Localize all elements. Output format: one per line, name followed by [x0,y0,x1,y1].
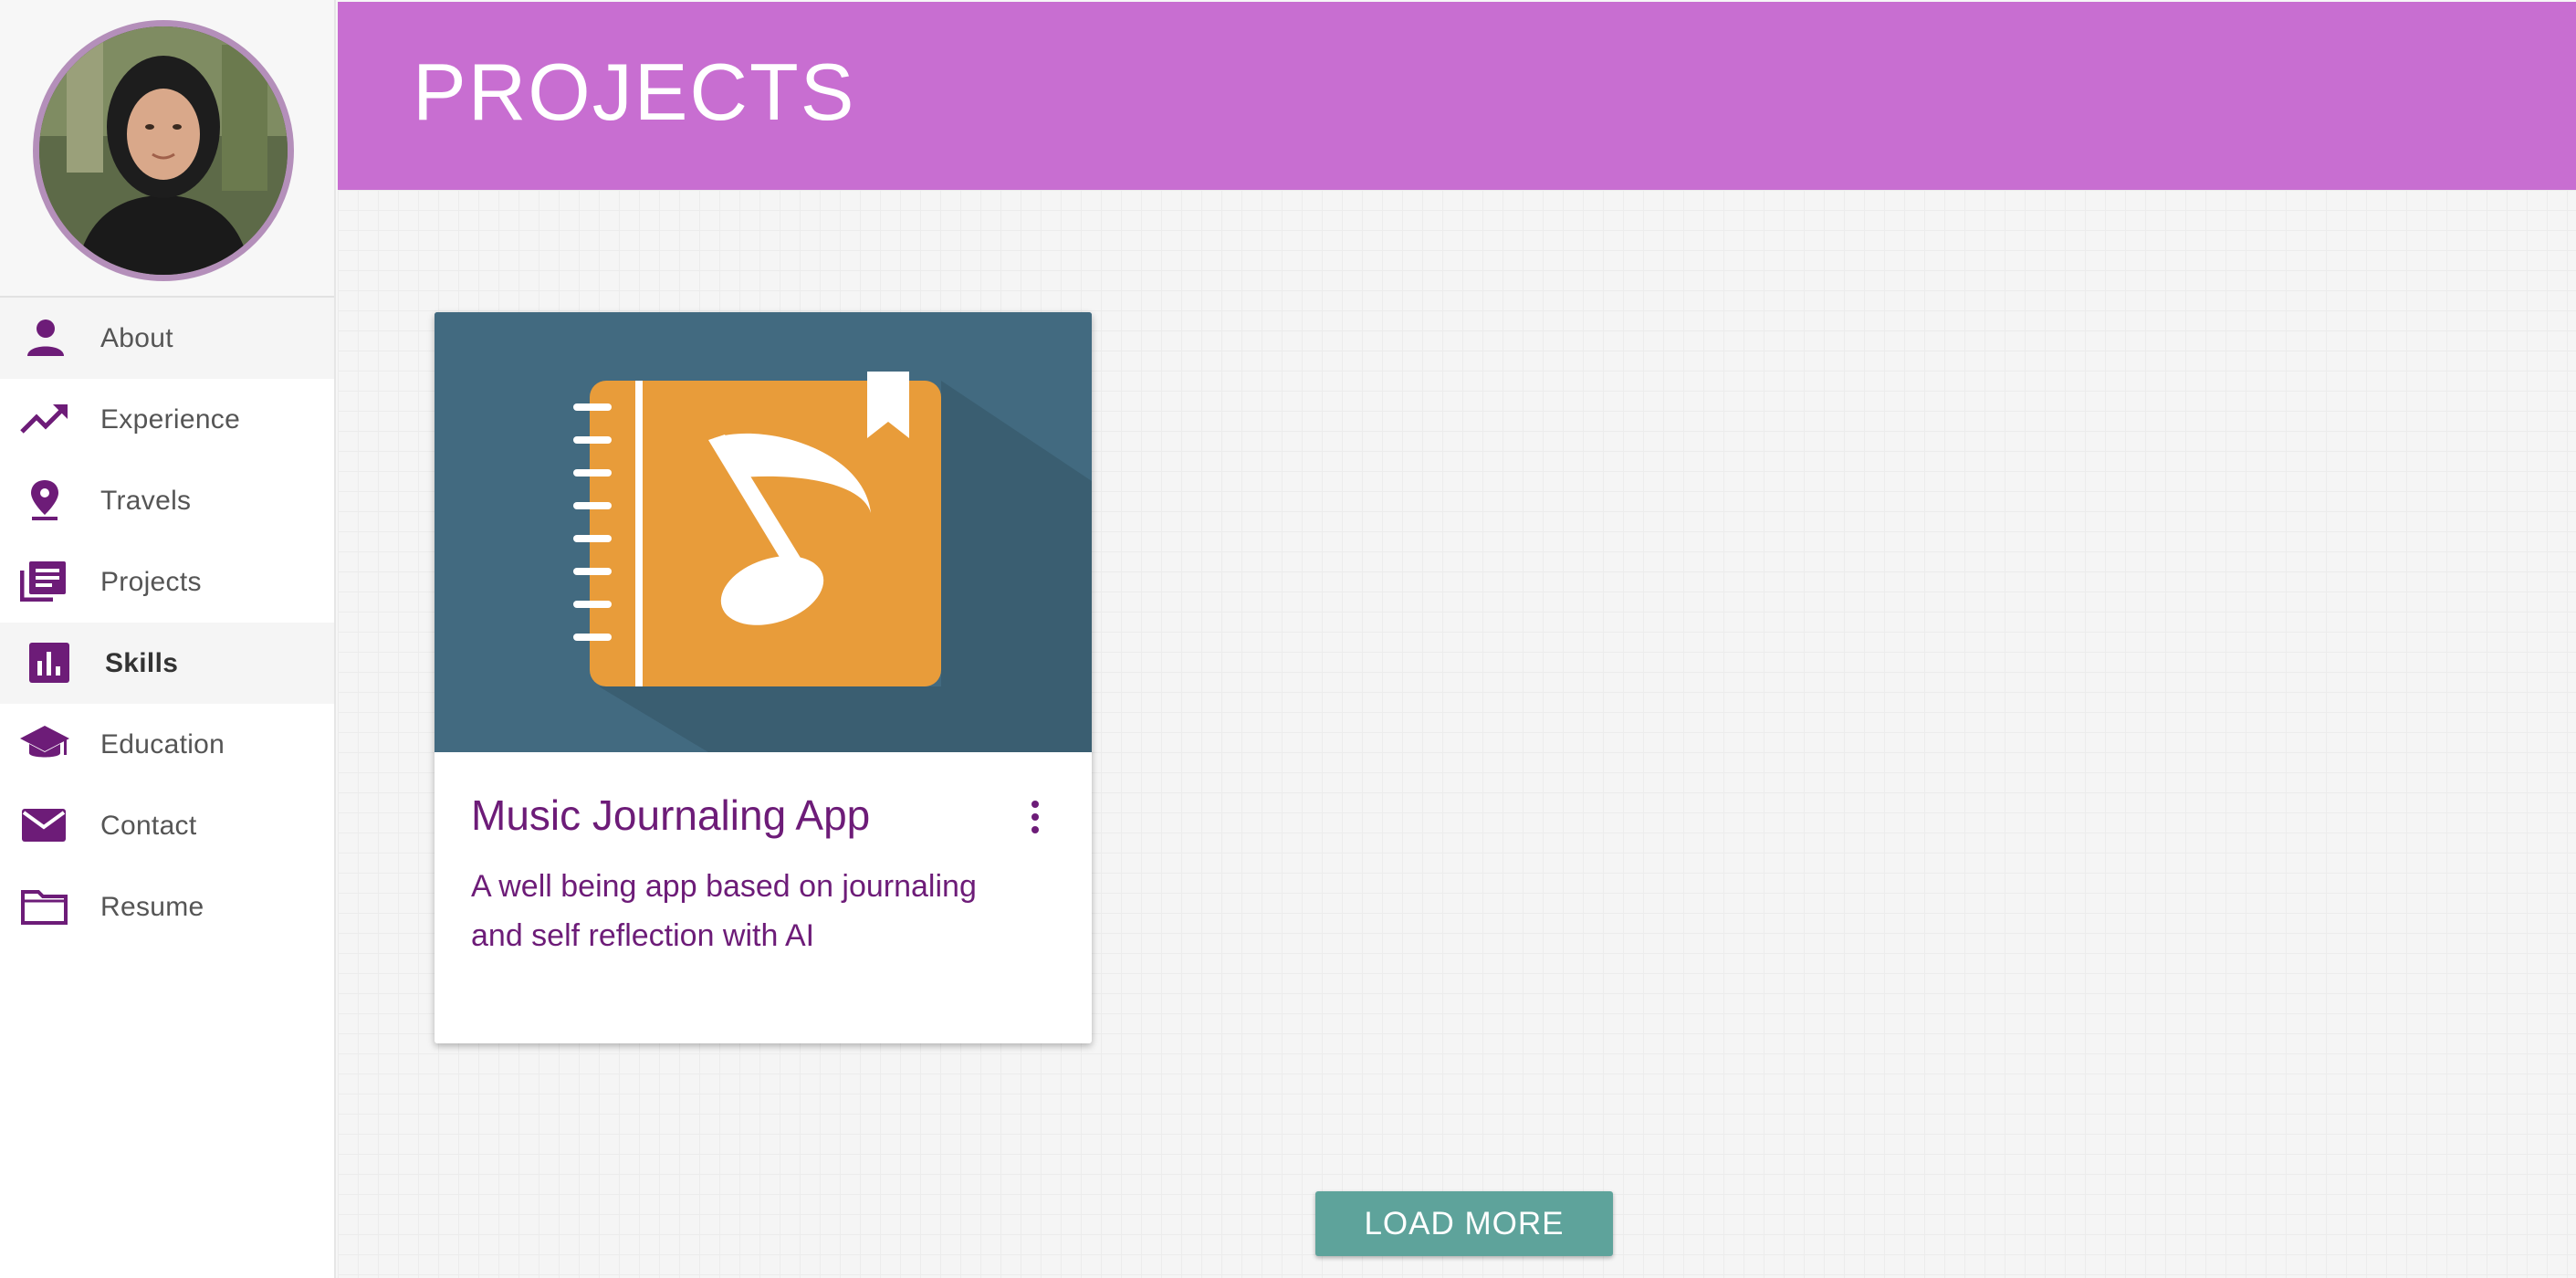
sidebar-item-label: Travels [100,485,192,516]
sidebar-item-label: Resume [100,891,204,922]
project-description: A well being app based on journaling and… [471,869,977,953]
sidebar-item-skills[interactable]: Skills [0,623,334,704]
bar-chart-icon [20,643,69,683]
sidebar-item-label: Experience [100,403,241,435]
sidebar-nav: About Experience Travels Projects Skills [0,298,334,948]
location-pin-icon [20,480,69,520]
sidebar-item-label: Education [100,728,225,759]
load-more-button[interactable]: LOAD MORE [1315,1191,1613,1256]
sidebar-item-contact[interactable]: Contact [0,785,334,866]
sidebar-item-label: Projects [100,566,202,597]
sidebar-item-education[interactable]: Education [0,704,334,785]
mail-icon [20,805,69,845]
project-card-image [435,312,1092,752]
sidebar-item-label: About [100,322,173,353]
sidebar-item-experience[interactable]: Experience [0,379,334,460]
avatar [33,20,294,281]
project-title[interactable]: Music Journaling App [471,791,870,840]
person-icon [20,318,69,358]
sidebar-item-projects[interactable]: Projects [0,541,334,623]
folder-icon [20,886,69,927]
sidebar-item-about[interactable]: About [0,298,334,379]
project-card[interactable]: Music Journaling App A well being app ba… [435,312,1092,1043]
library-books-icon [20,561,69,602]
sidebar: About Experience Travels Projects Skills [0,0,336,1278]
graduation-cap-icon [20,724,69,764]
trending-up-icon [20,399,69,439]
sidebar-item-travels[interactable]: Travels [0,460,334,541]
profile-section [0,0,334,298]
sidebar-item-resume[interactable]: Resume [0,866,334,948]
page-title: PROJECTS [413,47,856,137]
music-notebook-icon [435,312,1092,752]
page-header: PROJECTS [338,2,2576,190]
sidebar-item-label: Skills [105,647,179,678]
sidebar-item-label: Contact [100,810,197,841]
more-vert-icon[interactable] [1026,800,1044,836]
